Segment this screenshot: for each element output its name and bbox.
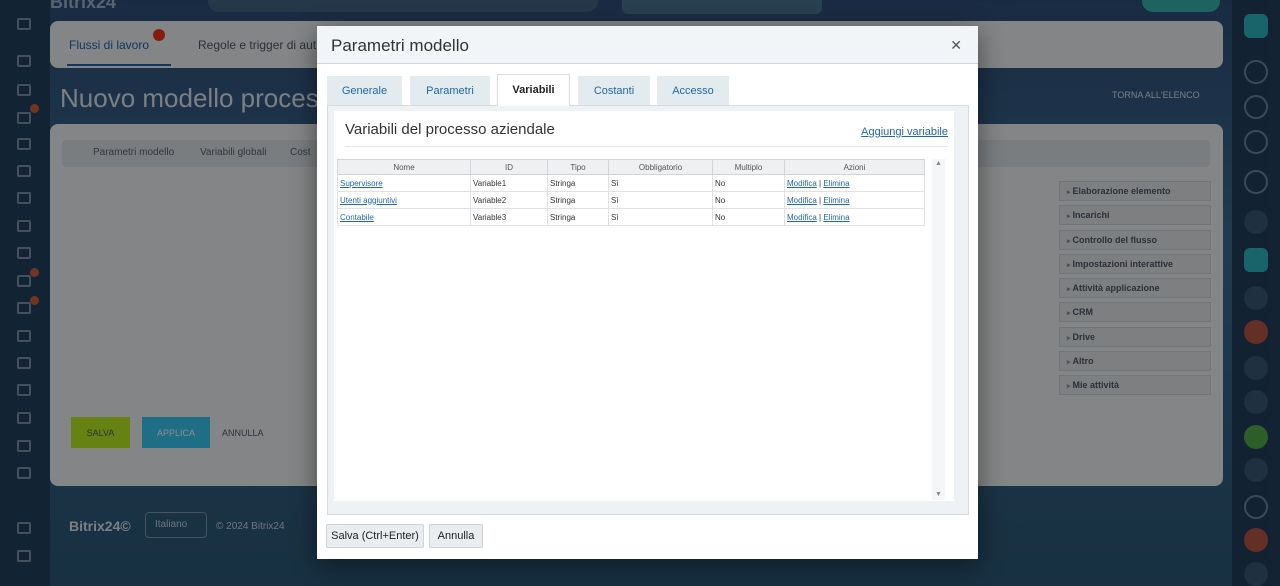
edit-link[interactable]: Modifica (787, 196, 817, 205)
scroll-up-icon[interactable]: ▲ (935, 160, 942, 167)
variable-id-cell: Variable1 (470, 174, 548, 192)
action-separator: | (819, 212, 822, 222)
tab-constants[interactable]: Costanti (578, 76, 650, 105)
variable-name-link[interactable]: Contabile (340, 213, 374, 222)
variable-multiple-cell: No (712, 208, 785, 226)
close-icon[interactable]: ✕ (950, 37, 962, 54)
tab-parameters[interactable]: Parametri (410, 76, 490, 105)
variable-actions-cell: Modifica | Elimina (784, 174, 925, 192)
variables-content: Variabili del processo aziendale Aggiung… (334, 111, 954, 501)
variable-required-cell: Sì (608, 191, 713, 209)
action-separator: | (819, 195, 822, 205)
variable-name-link[interactable]: Supervisore (340, 179, 383, 188)
variable-name-cell: Supervisore (337, 174, 471, 192)
variable-name-cell: Utenti aggiuntivi (337, 191, 471, 209)
variable-id-cell: Variable3 (470, 208, 548, 226)
column-header-type[interactable]: Tipo (547, 159, 609, 175)
dialog-body: Generale Parametri Variabili Costanti Ac… (327, 74, 969, 515)
column-header-actions[interactable]: Azioni (784, 159, 925, 175)
variable-actions-cell: Modifica | Elimina (784, 208, 925, 226)
tab-general[interactable]: Generale (327, 76, 402, 105)
variable-required-cell: Sì (608, 208, 713, 226)
table-row: Utenti aggiuntivi Variable2 Stringa Sì N… (337, 191, 925, 209)
delete-link[interactable]: Elimina (823, 213, 849, 222)
add-variable-link[interactable]: Aggiungi variabile (861, 126, 948, 138)
variables-table: Nome ID Tipo Obbligatorio Multiplo Azion… (337, 159, 925, 226)
template-params-dialog: Parametri modello ✕ Generale Parametri V… (317, 26, 978, 559)
variables-scroll-area[interactable]: Nome ID Tipo Obbligatorio Multiplo Azion… (337, 159, 945, 500)
tab-variables[interactable]: Variabili (497, 74, 570, 106)
variable-id-cell: Variable2 (470, 191, 548, 209)
tab-access[interactable]: Accesso (657, 76, 729, 105)
variable-name-link[interactable]: Utenti aggiuntivi (340, 196, 397, 205)
action-separator: | (819, 178, 822, 188)
delete-link[interactable]: Elimina (823, 196, 849, 205)
vertical-scrollbar[interactable]: ▲ ▼ (932, 159, 945, 500)
section-title: Variabili del processo aziendale (345, 121, 555, 138)
column-header-required[interactable]: Obbligatorio (608, 159, 713, 175)
variable-type-cell: Stringa (547, 208, 609, 226)
save-ctrl-enter-button[interactable]: Salva (Ctrl+Enter) (326, 524, 424, 548)
dialog-tabs: Generale Parametri Variabili Costanti Ac… (327, 74, 969, 106)
delete-link[interactable]: Elimina (823, 179, 849, 188)
table-header-row: Nome ID Tipo Obbligatorio Multiplo Azion… (337, 159, 925, 175)
edit-link[interactable]: Modifica (787, 213, 817, 222)
dialog-cancel-button[interactable]: Annulla (429, 524, 483, 548)
variable-actions-cell: Modifica | Elimina (784, 191, 925, 209)
column-header-id[interactable]: ID (470, 159, 548, 175)
table-row: Contabile Variable3 Stringa Sì No Modifi… (337, 208, 925, 226)
variable-required-cell: Sì (608, 174, 713, 192)
dialog-header: Parametri modello ✕ (317, 26, 978, 64)
variable-type-cell: Stringa (547, 174, 609, 192)
column-header-name[interactable]: Nome (337, 159, 471, 175)
variable-multiple-cell: No (712, 174, 785, 192)
table-row: Supervisore Variable1 Stringa Sì No Modi… (337, 174, 925, 192)
variables-panel: Variabili del processo aziendale Aggiung… (327, 105, 969, 515)
edit-link[interactable]: Modifica (787, 179, 817, 188)
dialog-title: Parametri modello (331, 36, 469, 55)
column-header-multiple[interactable]: Multiplo (712, 159, 785, 175)
divider (345, 146, 948, 147)
variable-name-cell: Contabile (337, 208, 471, 226)
variable-multiple-cell: No (712, 191, 785, 209)
scroll-down-icon[interactable]: ▼ (935, 491, 942, 498)
variable-type-cell: Stringa (547, 191, 609, 209)
